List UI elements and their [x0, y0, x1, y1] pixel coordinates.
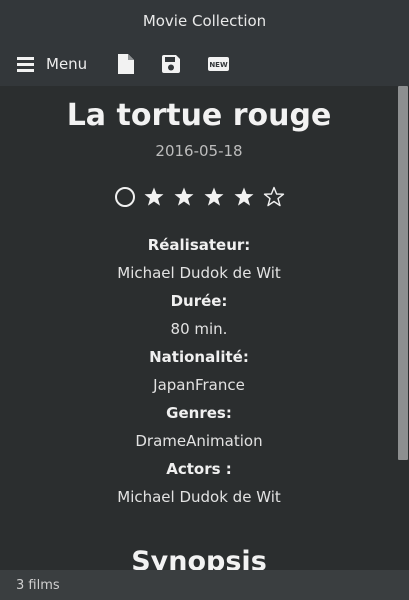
actors-label: Actors : — [166, 460, 232, 478]
star-empty-icon[interactable] — [263, 186, 285, 208]
nationality-value: JapanFrance — [153, 376, 245, 394]
status-bar: 3 films — [0, 570, 409, 600]
scrollbar[interactable] — [398, 86, 409, 570]
hamburger-icon — [17, 56, 34, 72]
menu-label: Menu — [46, 55, 88, 73]
menu-button[interactable]: Menu — [17, 55, 87, 73]
star-filled-icon[interactable] — [203, 186, 225, 208]
film-date: 2016-05-18 — [155, 142, 243, 160]
scrollbar-thumb[interactable] — [398, 86, 408, 460]
rating-widget[interactable] — [0, 186, 398, 208]
new-badge-icon[interactable]: NEW — [208, 57, 230, 71]
new-badge-text: NEW — [210, 61, 229, 69]
new-document-icon[interactable] — [118, 54, 135, 74]
window-title-bar: Movie Collection — [0, 0, 409, 42]
rating-stars — [143, 186, 285, 208]
duration-value: 80 min. — [170, 320, 228, 338]
window-title: Movie Collection — [142, 12, 267, 30]
film-count: 3 films — [16, 577, 60, 593]
film-title: La tortue rouge — [66, 98, 332, 133]
star-filled-icon[interactable] — [173, 186, 195, 208]
genres-label: Genres: — [166, 404, 232, 422]
star-filled-icon[interactable] — [143, 186, 165, 208]
synopsis-heading: Synopsis — [131, 546, 267, 570]
director-value: Michael Dudok de Wit — [117, 264, 281, 282]
film-detail-panel: La tortue rouge 2016-05-18 Réalisateur: … — [0, 86, 398, 570]
actors-value: Michael Dudok de Wit — [117, 488, 281, 506]
star-filled-icon[interactable] — [233, 186, 255, 208]
rating-clear-icon[interactable] — [114, 186, 136, 208]
toolbar: Menu NEW — [0, 42, 409, 86]
duration-label: Durée: — [170, 292, 228, 310]
save-icon[interactable] — [162, 55, 181, 73]
director-label: Réalisateur: — [147, 236, 251, 254]
genres-value: DrameAnimation — [135, 432, 263, 450]
nationality-label: Nationalité: — [149, 348, 249, 366]
